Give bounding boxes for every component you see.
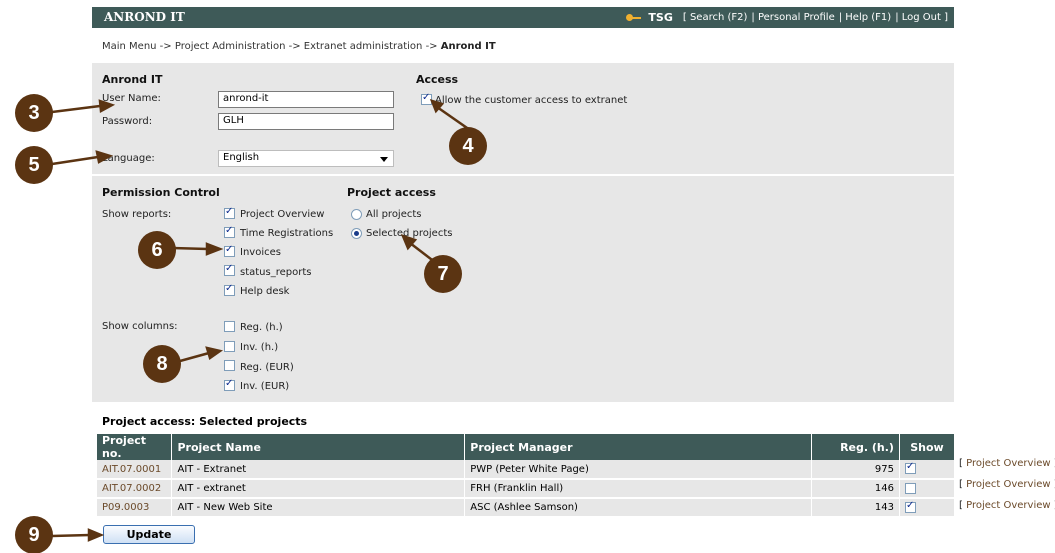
callout-leader-lines: [51, 99, 471, 542]
callout-badge-8: 8: [143, 345, 181, 383]
callout-badge-9: 9: [15, 516, 53, 553]
callout-badge-6: 6: [138, 231, 176, 269]
callout-badge-5: 5: [15, 146, 53, 184]
callout-badge-4: 4: [449, 127, 487, 165]
callout-badge-3: 3: [15, 94, 53, 132]
callout-badge-7: 7: [424, 255, 462, 293]
